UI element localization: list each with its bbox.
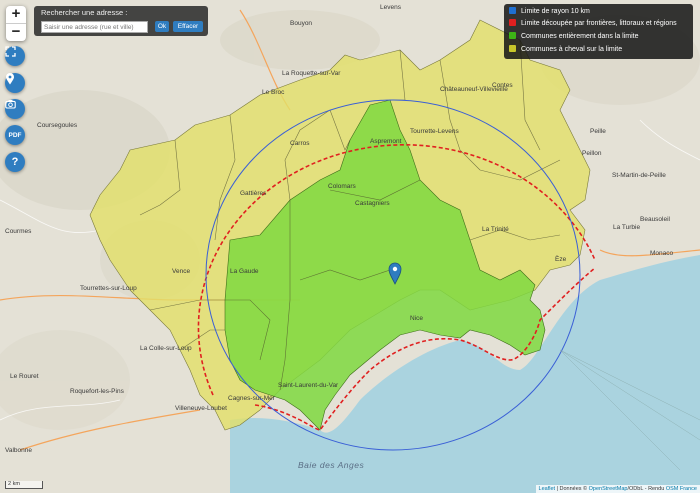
legend-item: Communes à cheval sur la limite (509, 45, 622, 55)
place-label: Villeneuve-Loubet (175, 405, 227, 412)
legend: Limite de rayon 10 km Limite découpée pa… (504, 4, 693, 59)
leaflet-link[interactable]: Leaflet (539, 486, 556, 492)
place-label: Coursegoules (37, 122, 78, 129)
place-label: Carros (290, 140, 310, 147)
address-input[interactable] (41, 21, 148, 33)
place-label: Le Rouret (10, 373, 39, 380)
map-layers (0, 0, 700, 493)
osmfr-link[interactable]: OSM France (666, 486, 697, 492)
place-label: Roquefort-les-Pins (70, 388, 124, 395)
screenshot-button[interactable] (5, 99, 25, 119)
place-label: Peillon (582, 150, 602, 157)
zoom-in-button[interactable]: + (6, 6, 26, 23)
search-ok-button[interactable]: Ok (155, 21, 169, 32)
place-label: Le Broc (262, 89, 285, 96)
place-label: La Roquette-sur-Var (282, 70, 341, 77)
clear-button[interactable]: Effacer (173, 21, 203, 32)
place-label: Cagnes-sur-Mer (228, 395, 275, 402)
pdf-button[interactable]: PDF (5, 125, 25, 145)
place-label: Beausoleil (640, 216, 670, 223)
place-label: Vence (172, 268, 191, 275)
legend-swatch (509, 45, 516, 52)
place-label: Castagniers (355, 200, 390, 207)
place-label: Nice (410, 315, 424, 322)
legend-swatch (509, 32, 516, 39)
place-label: La Trinité (482, 226, 509, 233)
help-button[interactable]: ? (5, 152, 25, 172)
place-label: Èze (555, 256, 567, 263)
place-label: Colomars (328, 183, 356, 190)
fullscreen-button[interactable] (5, 46, 25, 66)
search-label: Rechercher une adresse : (41, 8, 128, 17)
scale-bar: 2 km (5, 481, 43, 489)
osm-link[interactable]: OpenStreetMap (589, 486, 628, 492)
attribution: Leaflet | Données © OpenStreetMap/ODbL -… (535, 485, 700, 493)
bay-label: Baie des Anges (298, 460, 365, 470)
zoom-control: + − (6, 6, 26, 41)
legend-item: Communes entièrement dans la limite (509, 32, 639, 42)
place-label: Tourrette-Levens (410, 128, 459, 135)
place-label: Contes (492, 82, 513, 89)
place-label: Courmes (5, 228, 32, 235)
place-label: St-Martin-de-Peille (612, 172, 666, 179)
place-label: Saint-Laurent-du-Var (278, 382, 339, 389)
place-label: Bouyon (290, 20, 313, 27)
place-label: Gattières (240, 190, 267, 197)
legend-swatch (509, 19, 516, 26)
place-label: Valbonne (5, 447, 32, 454)
zoom-out-button[interactable]: − (6, 23, 26, 41)
legend-item: Limite de rayon 10 km (509, 7, 590, 17)
map-canvas[interactable]: Bouyon Levens La Roquette-sur-Var Le Bro… (0, 0, 700, 493)
place-label: Tourrettes-sur-Loup (80, 285, 137, 292)
locate-button[interactable] (5, 73, 25, 93)
place-label: Aspremont (370, 138, 402, 145)
place-label: La Turbie (613, 224, 641, 231)
place-label: La Gaude (230, 268, 259, 275)
place-label: La Colle-sur-Loup (140, 345, 192, 352)
place-label: Monaco (650, 250, 674, 257)
place-label: Peille (590, 128, 606, 135)
place-label: Levens (380, 4, 401, 11)
legend-swatch (509, 7, 516, 14)
legend-item: Limite découpée par frontières, littorau… (509, 19, 677, 29)
address-search-panel: Rechercher une adresse : Ok Effacer (34, 6, 208, 36)
